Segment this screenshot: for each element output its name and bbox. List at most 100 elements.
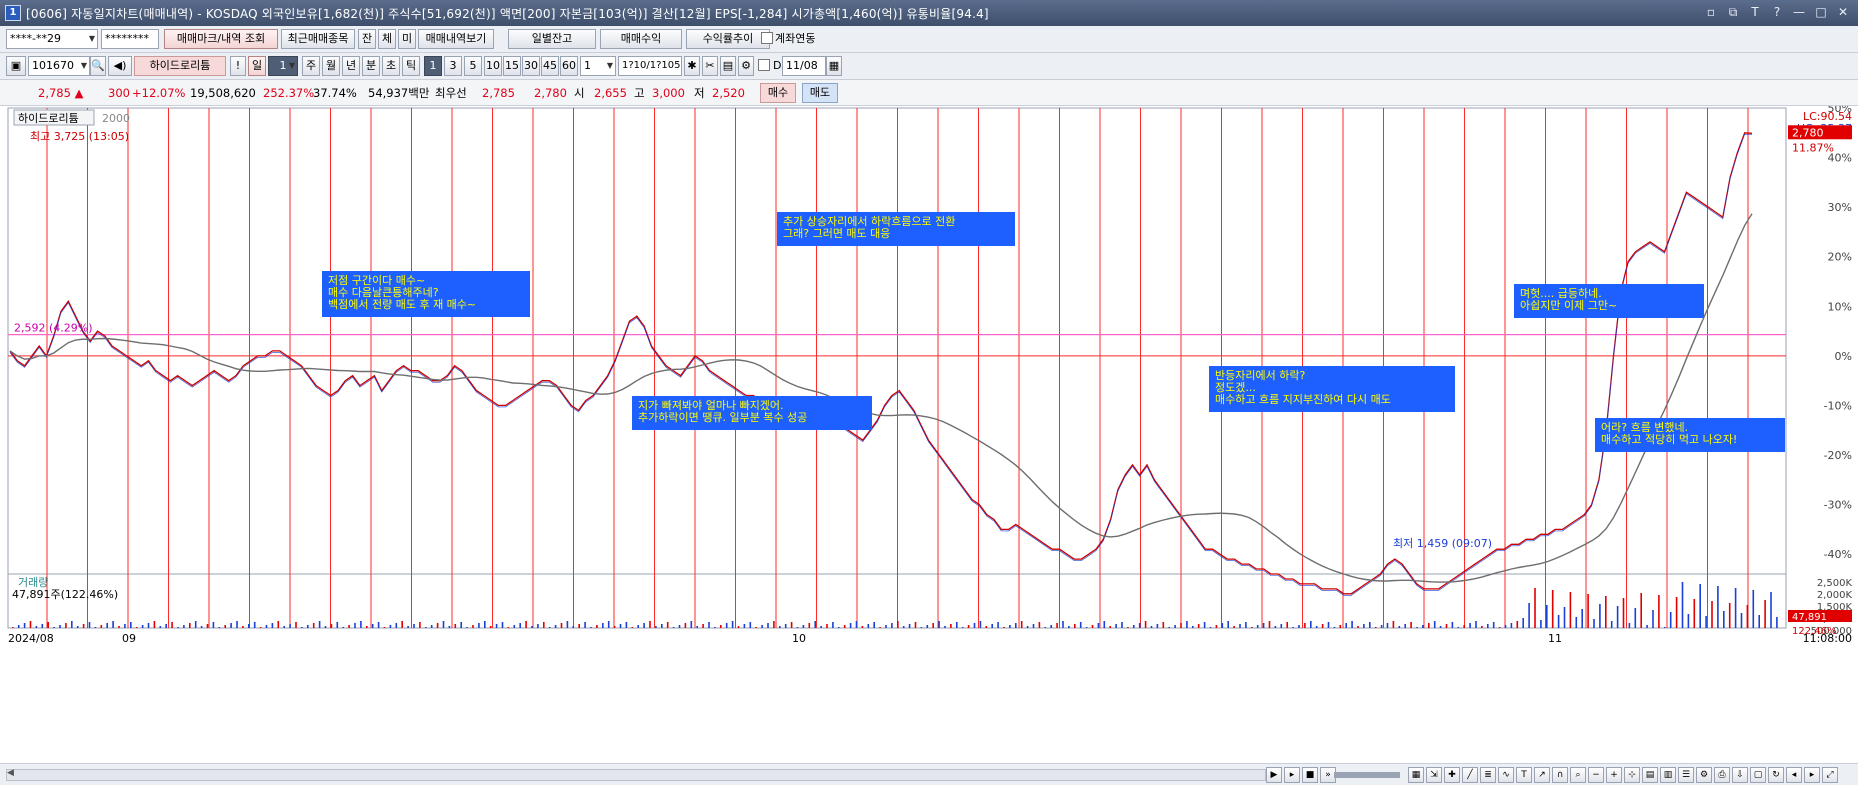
search-icon[interactable]: 🔍 [90, 56, 106, 76]
zoom-icon[interactable]: ⌕ [1570, 767, 1586, 783]
stock-code-input[interactable]: 101670 [28, 56, 90, 76]
account-select[interactable]: ****-**29 [6, 29, 98, 49]
help-icon[interactable]: ? [1768, 4, 1786, 21]
balance-button[interactable]: 잔 [358, 29, 376, 49]
window-icon[interactable]: 1 [5, 5, 21, 21]
volume-bar [637, 625, 639, 628]
password-field[interactable]: ******** [101, 29, 159, 49]
layout2-icon[interactable]: ▥ [1660, 767, 1676, 783]
sell-button[interactable]: 매도 [802, 83, 838, 103]
period-week[interactable]: 주 [302, 56, 320, 76]
refresh-icon[interactable]: ↻ [1768, 767, 1784, 783]
period-tick[interactable]: 틱 [402, 56, 420, 76]
restore-icon[interactable]: ▫ [1702, 4, 1720, 21]
volume-bar [484, 621, 486, 628]
account-link-checkbox[interactable] [761, 32, 773, 44]
cursor-tool-icon[interactable]: ⇲ [1426, 767, 1442, 783]
play-icon[interactable]: ▸ [1284, 767, 1300, 783]
unfilled-button[interactable]: 미 [398, 29, 416, 49]
buy-button[interactable]: 매수 [760, 83, 796, 103]
font-icon[interactable]: T [1746, 4, 1764, 21]
minute-15[interactable]: 15 [503, 56, 521, 76]
volume-bar [1487, 624, 1489, 628]
window-icon[interactable]: ▢ [1750, 767, 1766, 783]
export-icon[interactable]: ⇩ [1732, 767, 1748, 783]
list-icon[interactable]: ☰ [1678, 767, 1694, 783]
arrow-tool-icon[interactable]: ↗ [1534, 767, 1550, 783]
print-icon[interactable]: ⎙ [1714, 767, 1730, 783]
scissors-icon[interactable]: ✂ [702, 56, 718, 76]
period-day[interactable]: 일 [248, 56, 266, 76]
text-tool-icon[interactable]: T [1516, 767, 1532, 783]
minute-1[interactable]: 1 [424, 56, 442, 76]
close-icon[interactable]: ✕ [1834, 4, 1852, 21]
right-arrow-icon[interactable]: ▸ [1804, 767, 1820, 783]
maximize-icon[interactable]: □ [1812, 4, 1830, 21]
minute-30[interactable]: 30 [522, 56, 540, 76]
gear-icon[interactable]: ⚙ [738, 56, 754, 76]
volume-bar [1699, 584, 1701, 628]
annotation-text: 추가하락이면 땡큐. 일부분 복수 성공 [638, 410, 807, 424]
low-label: 저 [694, 86, 705, 100]
volume-bar [784, 624, 787, 628]
cascade-icon[interactable]: ⧉ [1724, 4, 1742, 21]
period-month[interactable]: 월 [322, 56, 340, 76]
minute-5[interactable]: 5 [464, 56, 482, 76]
left-arrow-icon[interactable]: ◂ [1786, 767, 1802, 783]
annotation-text: 추가 상승자리에서 하락흐름으로 전환 [783, 214, 955, 228]
recent-trades-button[interactable]: 최근매매종목 [281, 29, 355, 49]
plus-icon[interactable]: + [1606, 767, 1622, 783]
scroll-right-icon[interactable]: ▶ [1266, 767, 1282, 783]
volume-bar [1068, 626, 1070, 628]
zoom-slider[interactable] [1334, 772, 1400, 778]
minute-60[interactable]: 60 [560, 56, 578, 76]
period-minute[interactable]: 분 [362, 56, 380, 76]
calendar-icon[interactable]: ▦ [826, 56, 842, 76]
period-year[interactable]: 년 [342, 56, 360, 76]
volume-bar [1333, 627, 1336, 628]
minus-icon[interactable]: − [1588, 767, 1604, 783]
expand-icon[interactable]: ⤢ [1822, 767, 1838, 783]
x-tick-label: 09 [122, 632, 136, 645]
magnet-icon[interactable]: ∩ [1552, 767, 1568, 783]
horizontal-scrollbar[interactable] [6, 768, 1266, 781]
save-icon[interactable]: ▤ [720, 56, 736, 76]
minute-45[interactable]: 45 [541, 56, 559, 76]
layout-icon[interactable]: ▤ [1642, 767, 1658, 783]
stop-icon[interactable]: ■ [1302, 767, 1318, 783]
profit-trend-button[interactable]: 수익률추이 [686, 29, 770, 49]
volume-bar [720, 625, 722, 628]
trade-profit-button[interactable]: 매매수익 [600, 29, 682, 49]
trade-history-button[interactable]: 매매내역보기 [418, 29, 494, 49]
minute-3[interactable]: 3 [444, 56, 462, 76]
fib-tool-icon[interactable]: ≣ [1480, 767, 1496, 783]
daily-balance-button[interactable]: 일별잔고 [508, 29, 596, 49]
date-input[interactable]: 11/08 [782, 56, 826, 76]
volume-bar [206, 624, 209, 628]
alert-button[interactable]: ! [230, 56, 246, 76]
speaker-icon[interactable]: ◀) [108, 56, 132, 76]
grid-tool-icon[interactable]: ▦ [1408, 767, 1424, 783]
y-tick-label: 10% [1828, 300, 1852, 313]
turnover: 37.74% [313, 86, 357, 100]
tools-icon[interactable]: ✱ [684, 56, 700, 76]
period-second[interactable]: 초 [382, 56, 400, 76]
volume-bar [1463, 625, 1465, 628]
chart-menu-icon[interactable]: ▣ [6, 56, 26, 76]
stock-name-button[interactable]: 하이드로리튬 [134, 56, 226, 76]
date-checkbox[interactable] [758, 59, 770, 71]
trend-tool-icon[interactable]: ∿ [1498, 767, 1514, 783]
line-tool-icon[interactable]: ╱ [1462, 767, 1478, 783]
settings-icon[interactable]: ⚙ [1696, 767, 1712, 783]
day-count-select[interactable]: 1 [268, 56, 298, 76]
minimize-icon[interactable]: — [1790, 4, 1808, 21]
count-select[interactable]: 1 [580, 56, 616, 76]
price-chart[interactable]: 저점 구간이다 매수~매수 다음날큰틍해주네?백점에서 전량 매도 후 재 매수… [0, 106, 1858, 763]
crosshair-icon[interactable]: ⊹ [1624, 767, 1640, 783]
volume-bar [832, 622, 834, 628]
cross-tool-icon[interactable]: ✚ [1444, 767, 1460, 783]
minute-10[interactable]: 10 [484, 56, 502, 76]
trade-mark-query-button[interactable]: 매매마크/내역 조회 [164, 29, 278, 49]
filled-button[interactable]: 체 [378, 29, 396, 49]
volume-bar [1345, 623, 1347, 628]
